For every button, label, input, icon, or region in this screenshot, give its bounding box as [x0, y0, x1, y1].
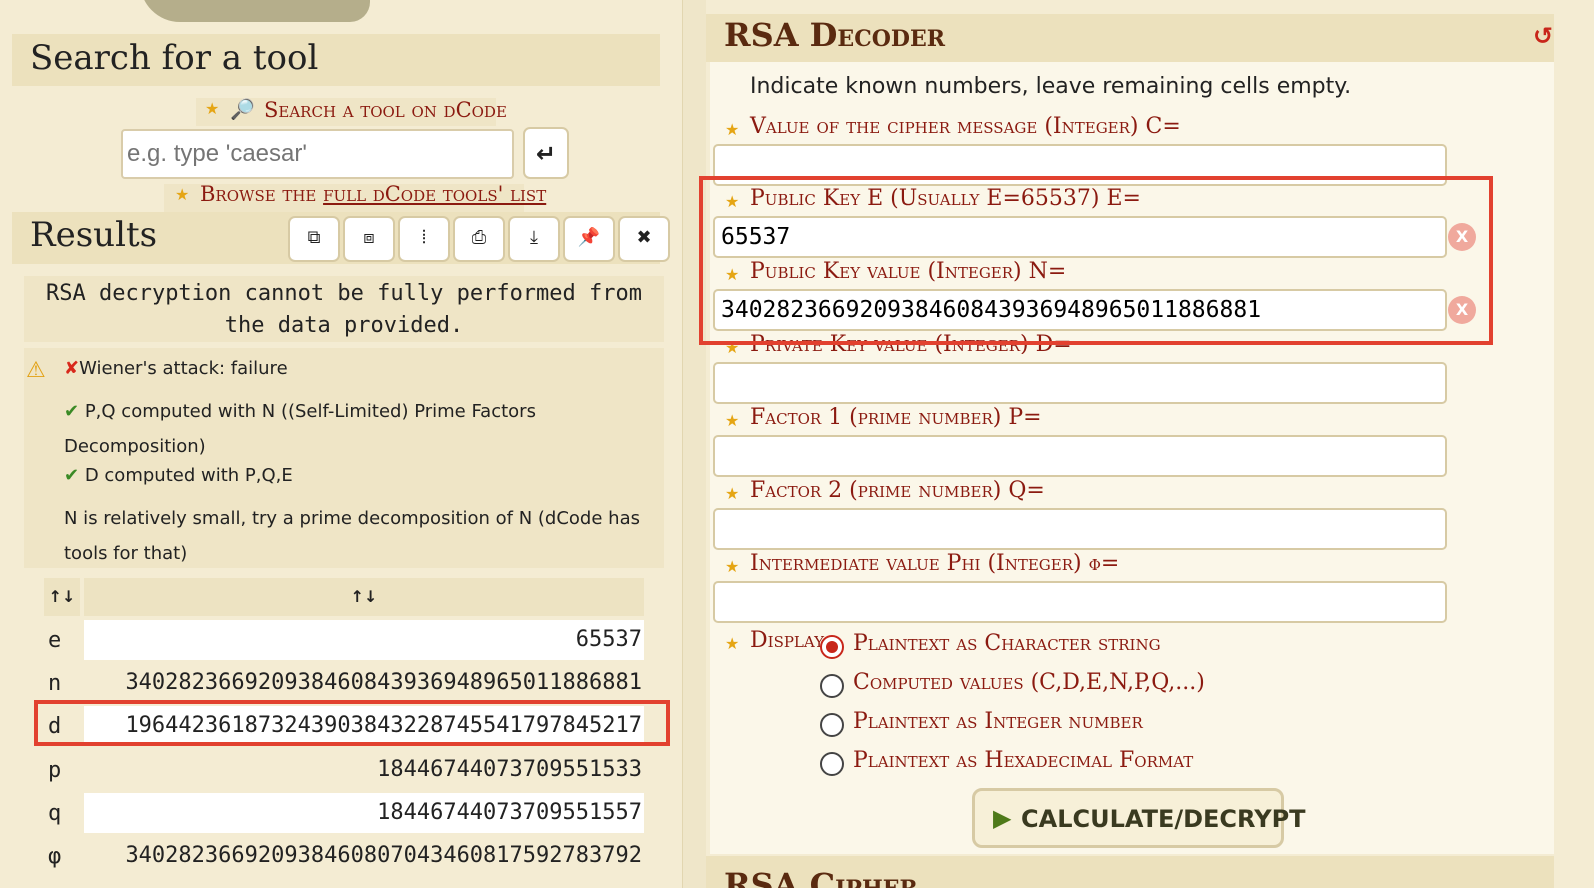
pin-button[interactable]: 📌: [563, 216, 615, 262]
magnifier-icon: 🔎: [230, 97, 255, 121]
warning-icon: ⚠: [26, 358, 46, 383]
close-button[interactable]: ✖: [618, 216, 670, 262]
search-input[interactable]: [121, 129, 514, 179]
phi-input[interactable]: [713, 581, 1447, 623]
factor-q-input[interactable]: [713, 508, 1447, 550]
copy-all-button[interactable]: ⧈: [343, 216, 395, 262]
sort-value-header[interactable]: ↑↓: [84, 578, 644, 616]
star-p-icon[interactable]: ★: [725, 411, 739, 430]
private-key-d-input[interactable]: [713, 362, 1447, 404]
browse-star-icon[interactable]: ★: [175, 185, 189, 204]
label-p: Factor 1 (prime number) P=: [750, 405, 1042, 430]
highlight-public-key: [699, 176, 1493, 345]
enter-icon: ↵: [535, 140, 557, 168]
row-key-n: n: [48, 671, 62, 696]
factor-p-input[interactable]: [713, 435, 1447, 477]
favorite-star-icon[interactable]: ★: [205, 99, 219, 118]
search-submit-button[interactable]: ↵: [523, 127, 569, 179]
star-display-icon[interactable]: ★: [725, 634, 739, 653]
copy-button[interactable]: ⧉: [288, 216, 340, 262]
search-tool-link[interactable]: Search a tool on dCode: [264, 98, 507, 122]
results-title: Results: [30, 215, 158, 255]
row-value-n: 340282366920938460843936948965011886881: [125, 670, 642, 695]
option-computed-values[interactable]: Computed values (C,D,E,N,P,Q,...): [853, 670, 1205, 695]
search-title: Search for a tool: [30, 38, 319, 78]
next-section-title: RSA Cipher: [724, 866, 918, 888]
row-value-phi: 340282366920938460807043460817592783792: [125, 843, 642, 868]
label-q: Factor 2 (prime number) Q=: [750, 478, 1045, 503]
column-divider: [682, 0, 706, 888]
display-label: Display: [750, 628, 825, 653]
decoder-intro: Indicate known numbers, leave remaining …: [750, 74, 1352, 99]
calculate-button[interactable]: ▶ CALCULATE/DECRYPT: [972, 788, 1306, 848]
row-key-q: q: [48, 801, 62, 826]
log-line-2: ✔ P,Q computed with N ((Self-Limited) Pr…: [64, 401, 536, 457]
radio-character-string[interactable]: [820, 635, 844, 659]
option-integer-number[interactable]: Plaintext as Integer number: [853, 709, 1143, 734]
reload-icon[interactable]: ↺: [1533, 22, 1553, 50]
browse-tools-link[interactable]: full dCode tools' list: [323, 182, 546, 206]
result-message: RSA decryption cannot be fully performed…: [24, 276, 664, 342]
radio-hexadecimal[interactable]: [820, 752, 844, 776]
star-phi-icon[interactable]: ★: [725, 557, 739, 576]
star-c-icon[interactable]: ★: [725, 120, 739, 139]
radio-integer-number[interactable]: [820, 713, 844, 737]
print-button[interactable]: ⎙: [453, 216, 505, 262]
row-value-e: 65537: [84, 620, 644, 660]
logo-image: [140, 0, 370, 22]
row-key-phi: φ: [48, 844, 62, 869]
browse-prefix: Browse the: [200, 182, 324, 206]
star-q-icon[interactable]: ★: [725, 484, 739, 503]
row-key-e: e: [48, 628, 62, 653]
decoder-title: RSA Decoder: [724, 16, 945, 54]
row-value-p: 18446744073709551533: [377, 757, 642, 782]
highlight-d-row: [34, 700, 670, 746]
result-log: ⚠ ✘Wiener's attack: failure ✔ P,Q comput…: [24, 348, 664, 568]
option-hexadecimal[interactable]: Plaintext as Hexadecimal Format: [853, 748, 1193, 773]
browse-line: Browse the full dCode tools' list: [200, 182, 546, 206]
log-line-3: ✔ D computed with P,Q,E: [64, 465, 293, 486]
log-line-1: ✘Wiener's attack: failure: [64, 358, 288, 379]
download-button[interactable]: ⤓: [508, 216, 560, 262]
radio-computed-values[interactable]: [820, 674, 844, 698]
option-character-string[interactable]: Plaintext as Character string: [853, 631, 1161, 656]
label-phi: Intermediate value Phi (Integer) φ=: [750, 551, 1120, 576]
label-c: Value of the cipher message (Integer) C=: [750, 114, 1181, 139]
results-toolbar: ⧉ ⧈ ⦙ ⎙ ⤓ 📌 ✖: [288, 216, 670, 262]
row-key-p: p: [48, 758, 62, 783]
row-value-q: 18446744073709551557: [84, 793, 644, 833]
calculate-label: CALCULATE/DECRYPT: [1021, 805, 1306, 833]
next-section-header: RSA Cipher: [706, 856, 1554, 888]
sort-key-header[interactable]: ↑↓: [44, 578, 80, 616]
column-toggle-button[interactable]: ⦙: [398, 216, 450, 262]
play-icon: ▶: [993, 804, 1012, 832]
log-line-4: N is relatively small, try a prime decom…: [64, 508, 640, 564]
